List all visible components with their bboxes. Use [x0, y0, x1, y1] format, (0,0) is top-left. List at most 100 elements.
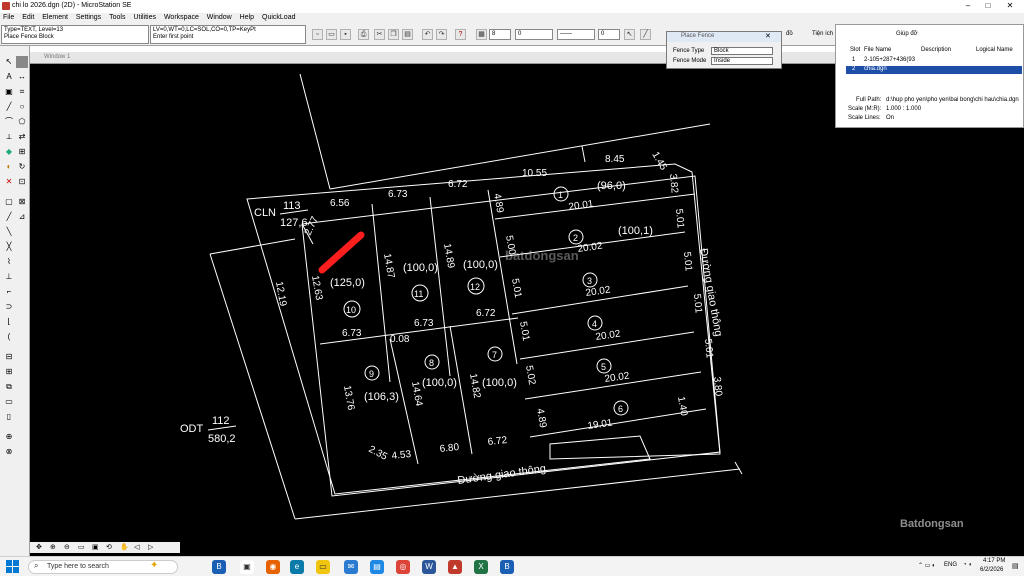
ref-row-2-file[interactable]: chia.dgn [864, 66, 887, 72]
clock-time[interactable]: 4:17 PM [983, 558, 1005, 564]
view-previous-icon[interactable]: ◁ [134, 543, 139, 551]
notification-icon[interactable]: ▤ [1012, 562, 1019, 570]
pdf-icon[interactable]: ▲ [448, 560, 462, 574]
firefox-icon[interactable]: ◉ [266, 560, 280, 574]
text-tool-icon[interactable]: A [3, 71, 15, 83]
store-icon[interactable]: ▤ [370, 560, 384, 574]
measure-tool-icon[interactable]: ⌗ [16, 86, 28, 98]
menu-window[interactable]: Window [204, 13, 235, 22]
fence-mode-select[interactable]: Inside [711, 57, 773, 65]
ref-row-1-file[interactable]: 2-105+287+436(93 [864, 57, 915, 63]
view-update-icon[interactable]: ✥ [36, 543, 42, 551]
level-select[interactable]: 8 [489, 29, 511, 40]
tool-h-icon[interactable]: ⊥ [3, 271, 15, 283]
tool-n-icon[interactable]: ⊞ [3, 366, 15, 378]
tool-c-icon[interactable]: ╱ [3, 211, 15, 223]
print-icon[interactable]: ⎙ [358, 29, 369, 40]
minimize-button[interactable]: – [958, 1, 978, 10]
window-area-icon[interactable]: ▭ [78, 543, 85, 551]
line-tool-icon[interactable]: ╱ [3, 101, 15, 113]
tool-k-icon[interactable]: ⌊ [3, 316, 15, 328]
tool-d-icon[interactable]: ⊿ [16, 211, 28, 223]
menu-edit[interactable]: Edit [19, 13, 37, 22]
ref-tab-tien-ich[interactable]: Tiện ích [812, 31, 833, 37]
menu-utilities[interactable]: Utilities [130, 13, 159, 22]
pan-view-icon[interactable]: ✋ [120, 543, 129, 551]
dimension-tool-icon[interactable]: ↔ [16, 71, 28, 83]
weight-select[interactable]: 0 [598, 29, 620, 40]
polygon-tool-icon[interactable]: ⬠ [16, 116, 28, 128]
tool-e-icon[interactable]: ╲ [3, 226, 15, 238]
mail-icon[interactable]: ✉ [344, 560, 358, 574]
microstation-app-icon[interactable]: B [212, 560, 226, 574]
group-tool-icon[interactable]: ⊞ [16, 146, 28, 158]
menu-element[interactable]: Element [39, 13, 71, 22]
word-icon[interactable]: W [422, 560, 436, 574]
copilot-sparkle-icon[interactable]: ✦ [150, 560, 158, 571]
ref-row-2-slot[interactable]: 2 [852, 66, 855, 72]
menu-tools[interactable]: Tools [106, 13, 128, 22]
delete-tool-icon[interactable]: ✕ [3, 176, 15, 188]
tool-j-icon[interactable]: ⊃ [3, 301, 15, 313]
tool-l-icon[interactable]: ( [3, 331, 15, 343]
view-tool-icon[interactable]: ◐ [3, 161, 15, 173]
file-explorer-icon[interactable]: ▭ [316, 560, 330, 574]
tool-f-icon[interactable]: ╳ [3, 241, 15, 253]
tool-b-icon[interactable]: ⊠ [16, 196, 28, 208]
system-tray-icons[interactable]: ⌃ ▭ ◐ [918, 562, 936, 569]
ref-tab-do[interactable]: đồ [786, 31, 793, 37]
patterning-tool-icon[interactable]: ◆ [3, 146, 15, 158]
ref-tab-giup-do[interactable]: Giúp đỡ [896, 31, 918, 37]
help-icon[interactable]: ? [455, 29, 466, 40]
menu-workspace[interactable]: Workspace [161, 13, 202, 22]
color-icon[interactable]: ▦ [476, 29, 487, 40]
undo-icon[interactable]: ↶ [422, 29, 433, 40]
manipulate-tool-icon[interactable]: ⇄ [16, 131, 28, 143]
select-element-icon[interactable]: ↖ [3, 56, 15, 68]
view-next-icon[interactable]: ▷ [148, 543, 153, 551]
clock-date[interactable]: 6/2/2026 [980, 567, 1003, 573]
rotate-tool-icon[interactable]: ↻ [16, 161, 28, 173]
tool-o-icon[interactable]: ⧉ [3, 381, 15, 393]
circle-tool-icon[interactable]: ○ [16, 101, 28, 113]
chrome-icon[interactable]: ◎ [396, 560, 410, 574]
menu-quickload[interactable]: QuickLoad [259, 13, 298, 22]
wifi-volume-icons[interactable]: ◔ ◖ [963, 562, 972, 568]
color-select[interactable]: 0 [515, 29, 553, 40]
tool-m-icon[interactable]: ⊟ [3, 351, 15, 363]
tool-g-icon[interactable]: ⌇ [3, 256, 15, 268]
task-view-icon[interactable]: ▣ [240, 560, 254, 574]
language-indicator[interactable]: ENG [944, 562, 957, 568]
close-button[interactable]: ✕ [1000, 1, 1020, 10]
element-select-icon[interactable]: ↖ [624, 29, 635, 40]
menu-settings[interactable]: Settings [73, 13, 104, 22]
line-tool-icon[interactable]: ╱ [640, 29, 651, 40]
rotate-view-icon[interactable]: ⟲ [106, 543, 112, 551]
copy-icon[interactable]: ❐ [388, 29, 399, 40]
menu-file[interactable]: File [0, 13, 17, 22]
excel-icon[interactable]: X [474, 560, 488, 574]
zoom-out-icon[interactable]: ⊖ [64, 543, 70, 551]
tool-i-icon[interactable]: ⌐ [3, 286, 15, 298]
ref-row-1-slot[interactable]: 1 [852, 57, 855, 63]
cell-tool-icon[interactable]: ▣ [3, 86, 15, 98]
tool-s-icon[interactable]: ⊗ [3, 446, 15, 458]
fence-type-select[interactable]: Block [711, 47, 773, 55]
open-file-icon[interactable]: ▭ [326, 29, 337, 40]
microstation-active-icon[interactable]: B [500, 560, 514, 574]
maximize-button[interactable]: □ [978, 1, 998, 10]
tool-p-icon[interactable]: ▭ [3, 396, 15, 408]
new-file-icon[interactable]: ▫ [312, 29, 323, 40]
fence-tool-icon[interactable] [16, 56, 28, 68]
fit-view-icon[interactable]: ▣ [92, 543, 99, 551]
menu-help[interactable]: Help [237, 13, 257, 22]
paste-icon[interactable]: ▤ [402, 29, 413, 40]
tool-a-icon[interactable]: ▢ [3, 196, 15, 208]
save-icon[interactable]: ▪ [340, 29, 351, 40]
edge-icon[interactable]: e [290, 560, 304, 574]
cut-icon[interactable]: ✂ [374, 29, 385, 40]
drop-tool-icon[interactable]: ⊡ [16, 176, 28, 188]
windows-start-icon[interactable] [6, 560, 20, 574]
zoom-in-icon[interactable]: ⊕ [50, 543, 56, 551]
tool-r-icon[interactable]: ⊕ [3, 431, 15, 443]
